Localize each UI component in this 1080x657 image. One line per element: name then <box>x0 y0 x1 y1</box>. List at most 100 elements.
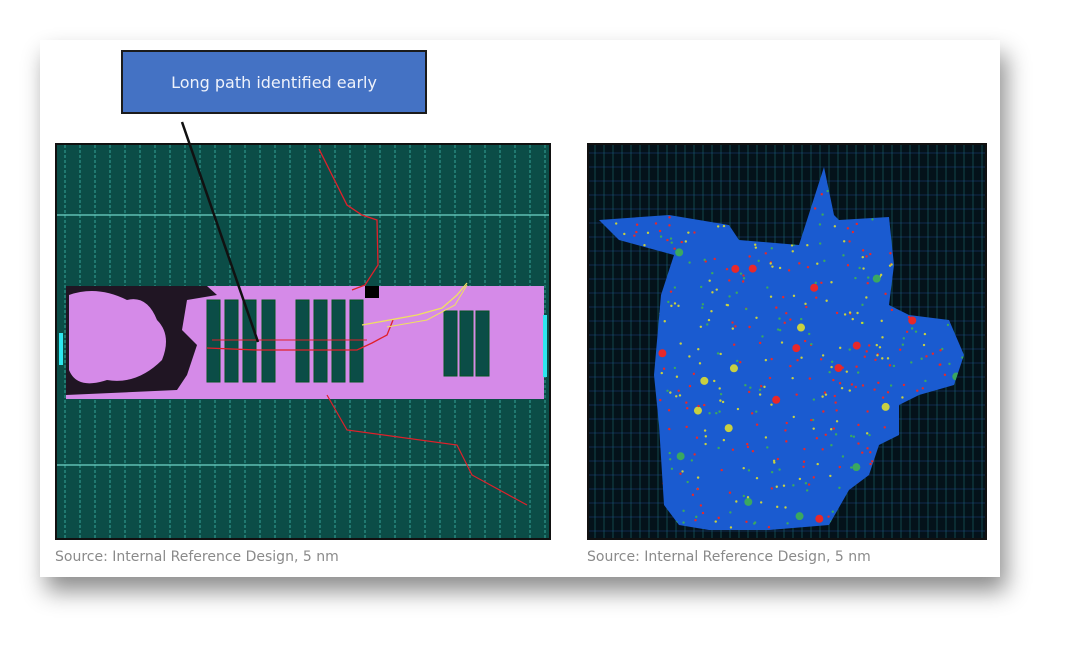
hotspot-dot <box>784 429 787 432</box>
hotspot-dot <box>916 389 919 392</box>
hotspot-dot <box>713 379 716 383</box>
hotspot-dot <box>761 335 764 338</box>
hotspot-dot <box>735 291 738 294</box>
hotspot-dot <box>731 327 735 330</box>
hotspot-dot <box>810 342 813 346</box>
hotspot-dot <box>830 360 834 364</box>
hotspot-dot <box>805 305 808 309</box>
hotspot-dot <box>695 436 699 439</box>
hotspot-dot <box>772 395 781 404</box>
hotspot-dot <box>734 325 737 328</box>
hotspot-dot <box>785 421 788 425</box>
hotspot-dot <box>824 393 828 396</box>
hotspot-dot <box>659 398 662 402</box>
hotspot-dot <box>810 418 813 422</box>
hotspot-dot <box>646 231 650 235</box>
hotspot-dot <box>835 311 839 315</box>
hotspot-dot <box>813 207 817 210</box>
hotspot-dot <box>718 410 721 413</box>
hotspot-dot <box>719 352 722 356</box>
hotspot-dot <box>739 360 742 364</box>
hotspot-dot <box>888 364 892 367</box>
hotspot-dot <box>865 296 868 299</box>
hotspot-dot <box>684 240 688 243</box>
hotspot-dot <box>803 447 806 451</box>
hotspot-dot <box>824 433 827 436</box>
hotspot-dot <box>780 341 784 344</box>
hotspot-dot <box>759 501 763 504</box>
hotspot-dot <box>801 514 804 517</box>
hotspot-dot <box>708 412 711 415</box>
hotspot-dot <box>886 391 890 394</box>
hotspot-dot <box>861 303 864 307</box>
hotspot-dot <box>812 427 815 430</box>
hotspot-dot <box>866 447 869 450</box>
hotspot-dot <box>687 231 690 234</box>
io-pin <box>543 315 547 377</box>
hotspot-dot <box>910 327 914 330</box>
hotspot-dot <box>806 244 809 247</box>
hotspot-dot <box>865 255 868 258</box>
hotspot-dot <box>731 448 735 451</box>
hotspot-dot <box>792 415 795 419</box>
hotspot-dot <box>713 257 716 261</box>
hotspot-dot <box>845 370 849 373</box>
hotspot-dot <box>663 320 666 323</box>
hotspot-dot <box>729 526 733 529</box>
hotspot-dot <box>732 343 736 346</box>
hotspot-dot <box>815 437 819 440</box>
hotspot-dot <box>803 339 807 343</box>
hotspot-dot <box>816 462 819 466</box>
hotspot-dot <box>804 302 807 306</box>
hotspot-dot <box>783 321 786 325</box>
hotspot-dot <box>718 387 721 390</box>
hotspot-dot <box>751 449 755 453</box>
hotspot-dot <box>728 491 732 494</box>
hotspot-dot <box>785 440 788 443</box>
hotspot-dot <box>701 303 705 306</box>
hotspot-dot <box>675 375 679 378</box>
hotspot-dot <box>768 376 772 380</box>
hotspot-dot <box>742 494 746 498</box>
hotspot-dot <box>742 466 745 470</box>
hotspot-dot <box>787 269 791 272</box>
hotspot-dot <box>729 364 738 373</box>
hotspot-dot <box>865 350 868 353</box>
hotspot-dot <box>792 484 795 487</box>
hotspot-dot <box>881 357 884 360</box>
hotspot-dot <box>798 262 801 265</box>
hotspot-dot <box>782 295 785 299</box>
hotspot-dot <box>921 387 924 390</box>
hotspot-dot <box>685 425 688 429</box>
hotspot-dot <box>856 371 860 374</box>
hotspot-dot <box>860 321 864 325</box>
hotspot-dot <box>877 381 880 385</box>
macro-block <box>261 299 276 383</box>
hotspot-dot <box>861 451 864 454</box>
hotspot-dot <box>823 391 827 394</box>
hotspot-dot <box>796 323 805 332</box>
hotspot-dot <box>869 462 872 466</box>
hotspot-dot <box>693 453 696 456</box>
hotspot-dot <box>846 227 850 230</box>
hotspot-dot <box>861 249 865 252</box>
io-pin <box>59 333 63 365</box>
hotspot-dot <box>867 276 870 279</box>
hotspot-dot <box>699 325 703 328</box>
hotspot-dot <box>729 511 732 514</box>
hotspot-dot <box>775 306 778 309</box>
hotspot-dot <box>889 252 892 255</box>
hotspot-dot <box>931 352 935 355</box>
hotspot-dot <box>902 383 906 387</box>
hotspot-dot <box>848 348 851 351</box>
hotspot-dot <box>633 234 636 237</box>
hotspot-dot <box>744 383 747 387</box>
hotspot-dot <box>669 290 673 293</box>
hotspot-dot <box>704 435 708 438</box>
hotspot-dot <box>701 306 704 309</box>
hotspot-dot <box>854 276 857 280</box>
hotspot-dot <box>679 342 682 345</box>
hotspot-dot <box>699 504 703 507</box>
hotspot-dot <box>736 407 740 411</box>
hotspot-dot <box>685 401 688 404</box>
